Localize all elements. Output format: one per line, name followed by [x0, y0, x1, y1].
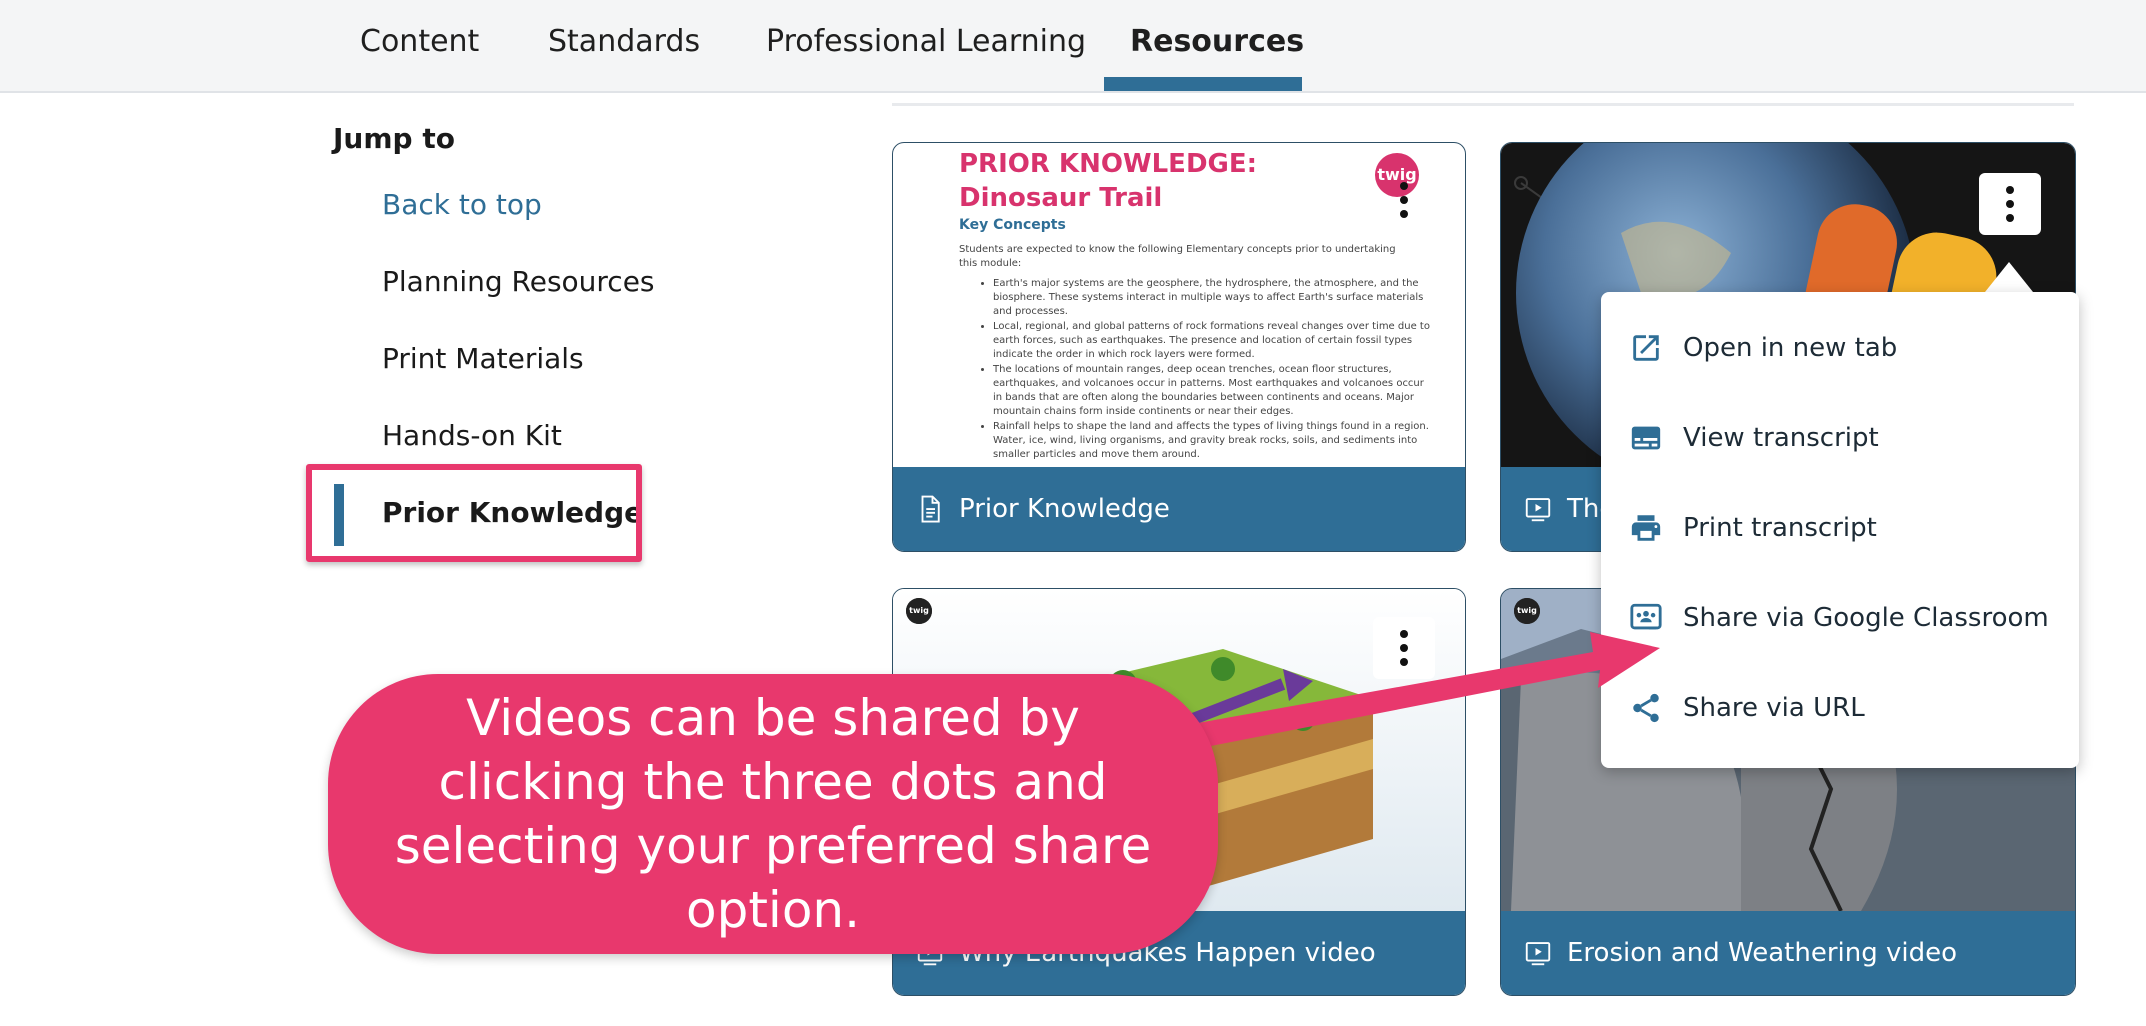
- menu-item-open-new-tab[interactable]: Open in new tab: [1629, 328, 1897, 368]
- dot-icon: [1400, 196, 1408, 204]
- video-icon: [1525, 942, 1551, 966]
- google-classroom-icon: [1630, 603, 1662, 630]
- share-options-menu: Open in new tab View transcript Print tr…: [1601, 292, 2079, 768]
- card-footer[interactable]: Erosion and Weathering video: [1501, 911, 2075, 995]
- tab-resources[interactable]: Resources: [1130, 24, 1304, 59]
- instruction-callout: Videos can be shared by clicking the thr…: [328, 674, 1218, 954]
- menu-item-share-google-classroom[interactable]: Share via Google Classroom: [1629, 598, 2049, 638]
- open-new-tab-icon: [1633, 335, 1659, 361]
- section-divider: [892, 103, 2074, 106]
- dot-icon: [1400, 630, 1408, 638]
- doc-bullet: Local, regional, and global patterns of …: [993, 320, 1433, 362]
- dot-icon: [2006, 200, 2014, 208]
- dot-icon: [1400, 658, 1408, 666]
- card-footer[interactable]: Prior Knowledge: [893, 467, 1465, 551]
- tab-standards[interactable]: Standards: [548, 24, 700, 59]
- menu-item-label: View transcript: [1683, 423, 1879, 453]
- menu-item-label: Share via URL: [1683, 693, 1865, 723]
- video-icon: [1525, 498, 1551, 522]
- doc-title: PRIOR KNOWLEDGE: Dinosaur Trail: [959, 147, 1257, 215]
- top-nav: Content Standards Professional Learning …: [0, 0, 2146, 93]
- menu-item-print-transcript[interactable]: Print transcript: [1629, 508, 1877, 548]
- menu-item-label: Open in new tab: [1683, 333, 1898, 363]
- doc-bullet: Rainfall helps to shape the land and aff…: [993, 420, 1433, 462]
- sidebar-item-back-to-top[interactable]: Back to top: [382, 188, 542, 221]
- doc-bullet: The locations of mountain ranges, deep o…: [993, 363, 1433, 419]
- sidebar-item-planning-resources[interactable]: Planning Resources: [382, 265, 655, 298]
- card-title: Erosion and Weathering video: [1567, 938, 1958, 968]
- dot-icon: [1400, 210, 1408, 218]
- doc-title-line1: PRIOR KNOWLEDGE:: [959, 149, 1258, 179]
- doc-intro: Students are expected to know the follow…: [959, 244, 1396, 269]
- tab-content[interactable]: Content: [360, 24, 479, 59]
- printer-icon: [1631, 515, 1661, 541]
- twig-logo: twig: [906, 598, 932, 624]
- menu-caret: [1985, 262, 2033, 292]
- doc-bullet: Earth's major systems are the geosphere,…: [993, 277, 1433, 319]
- active-tab-indicator: [1104, 77, 1302, 91]
- sidebar-item-hands-on-kit[interactable]: Hands-on Kit: [382, 419, 562, 452]
- menu-item-label: Print transcript: [1683, 513, 1877, 543]
- dot-icon: [1400, 182, 1408, 190]
- card-title: Prior Knowledge: [959, 494, 1170, 524]
- callout-text: Videos can be shared by clicking the thr…: [394, 689, 1152, 939]
- more-options-button[interactable]: [1373, 169, 1435, 231]
- more-options-button[interactable]: [1979, 173, 2041, 235]
- tab-professional-learning[interactable]: Professional Learning: [766, 24, 1086, 59]
- doc-bullet-list: Earth's major systems are the geosphere,…: [959, 277, 1433, 463]
- dot-icon: [1400, 644, 1408, 652]
- jump-to-heading: Jump to: [333, 122, 455, 155]
- doc-key-concepts: Key Concepts: [959, 217, 1066, 233]
- subtitles-icon: [1631, 426, 1661, 450]
- more-options-button[interactable]: [1373, 617, 1435, 679]
- share-icon: [1633, 693, 1659, 723]
- document-icon: [921, 495, 940, 523]
- twig-logo: twig: [1514, 598, 1540, 624]
- menu-item-view-transcript[interactable]: View transcript: [1629, 418, 1879, 458]
- doc-title-line2: Dinosaur Trail: [959, 183, 1163, 213]
- menu-item-label: Share via Google Classroom: [1683, 603, 2049, 633]
- dot-icon: [2006, 214, 2014, 222]
- sidebar-item-print-materials[interactable]: Print Materials: [382, 342, 584, 375]
- highlight-box: [306, 464, 642, 562]
- dot-icon: [2006, 186, 2014, 194]
- menu-item-share-url[interactable]: Share via URL: [1629, 688, 1865, 728]
- prior-knowledge-card[interactable]: PRIOR KNOWLEDGE: Dinosaur Trail twig Key…: [892, 142, 1466, 552]
